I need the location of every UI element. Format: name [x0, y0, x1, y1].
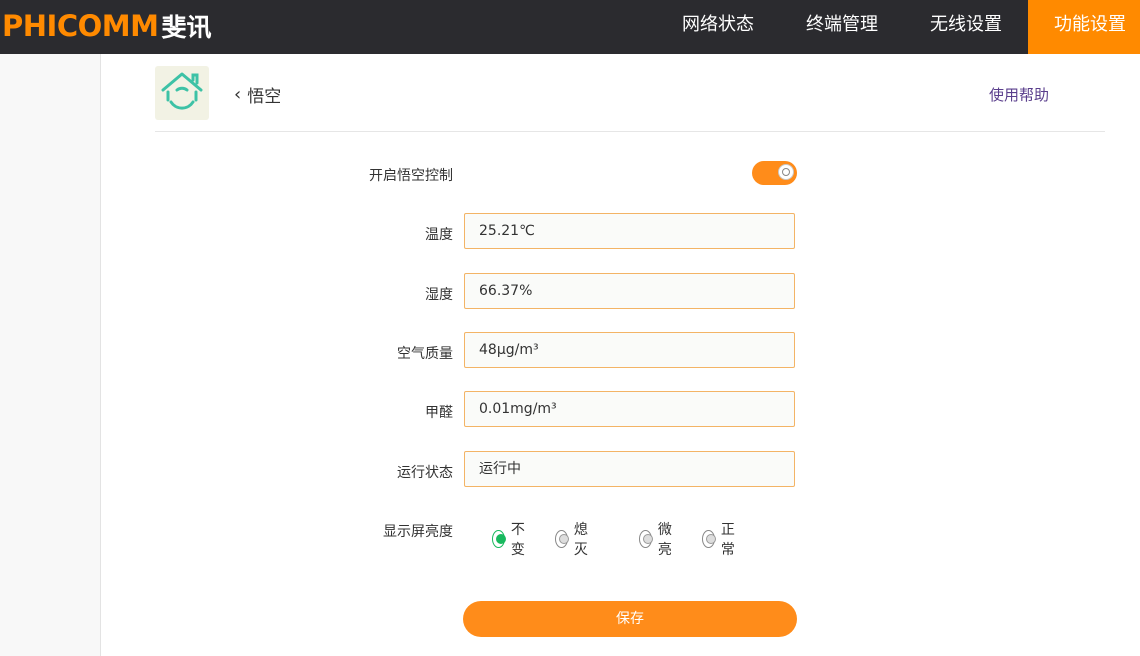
home-recycle-icon — [155, 66, 209, 120]
chevron-left-icon: ‹ — [234, 84, 242, 105]
nav-network-status[interactable]: 网络状态 — [656, 0, 780, 54]
brightness-radio-off[interactable]: 熄灭 — [555, 519, 593, 559]
run-status-field[interactable]: 运行中 — [464, 451, 795, 487]
temperature-field[interactable]: 25.21℃ — [464, 213, 795, 249]
enable-control-toggle[interactable] — [752, 161, 797, 185]
logo-cn-text: 斐讯 — [161, 13, 212, 42]
header-divider — [155, 131, 1105, 132]
air-quality-field[interactable]: 48μg/m³ — [464, 332, 795, 368]
brightness-radio-unchanged[interactable]: 不变 — [492, 519, 530, 559]
brightness-label: 显示屏亮度 — [383, 524, 453, 540]
radio-icon — [555, 530, 569, 548]
humidity-label: 湿度 — [425, 287, 453, 303]
formaldehyde-field[interactable]: 0.01mg/m³ — [464, 391, 795, 427]
radio-label: 正常 — [720, 522, 735, 558]
humidity-field[interactable]: 66.37% — [464, 273, 795, 309]
help-link[interactable]: 使用帮助 — [989, 84, 1049, 105]
radio-icon — [702, 530, 716, 548]
radio-icon — [492, 530, 506, 548]
phicomm-logo: PHICOMM 斐讯 — [2, 6, 211, 46]
back-button[interactable]: ‹ 悟空 — [234, 82, 281, 107]
save-button[interactable]: 保存 — [463, 601, 797, 637]
enable-control-label: 开启悟空控制 — [369, 168, 453, 184]
page-title: 悟空 — [247, 87, 282, 107]
air-quality-label: 空气质量 — [397, 346, 453, 362]
brightness-radio-dim[interactable]: 微亮 — [639, 519, 677, 559]
radio-label: 微亮 — [657, 522, 672, 558]
main-nav: 网络状态 终端管理 无线设置 功能设置 — [656, 0, 1140, 54]
nav-terminal-management[interactable]: 终端管理 — [780, 0, 904, 54]
top-bar: PHICOMM 斐讯 网络状态 终端管理 无线设置 功能设置 — [0, 0, 1140, 54]
radio-label: 不变 — [510, 522, 525, 558]
toggle-knob — [778, 164, 794, 180]
temperature-label: 温度 — [425, 227, 453, 243]
radio-label: 熄灭 — [573, 522, 588, 558]
brightness-radio-normal[interactable]: 正常 — [702, 519, 740, 559]
nav-wireless-settings[interactable]: 无线设置 — [904, 0, 1028, 54]
nav-function-settings[interactable]: 功能设置 — [1028, 0, 1140, 54]
radio-icon — [639, 530, 653, 548]
sidebar — [0, 54, 101, 656]
logo-text: PHICOMM — [2, 9, 159, 43]
formaldehyde-label: 甲醛 — [425, 405, 453, 421]
run-status-label: 运行状态 — [397, 465, 453, 481]
